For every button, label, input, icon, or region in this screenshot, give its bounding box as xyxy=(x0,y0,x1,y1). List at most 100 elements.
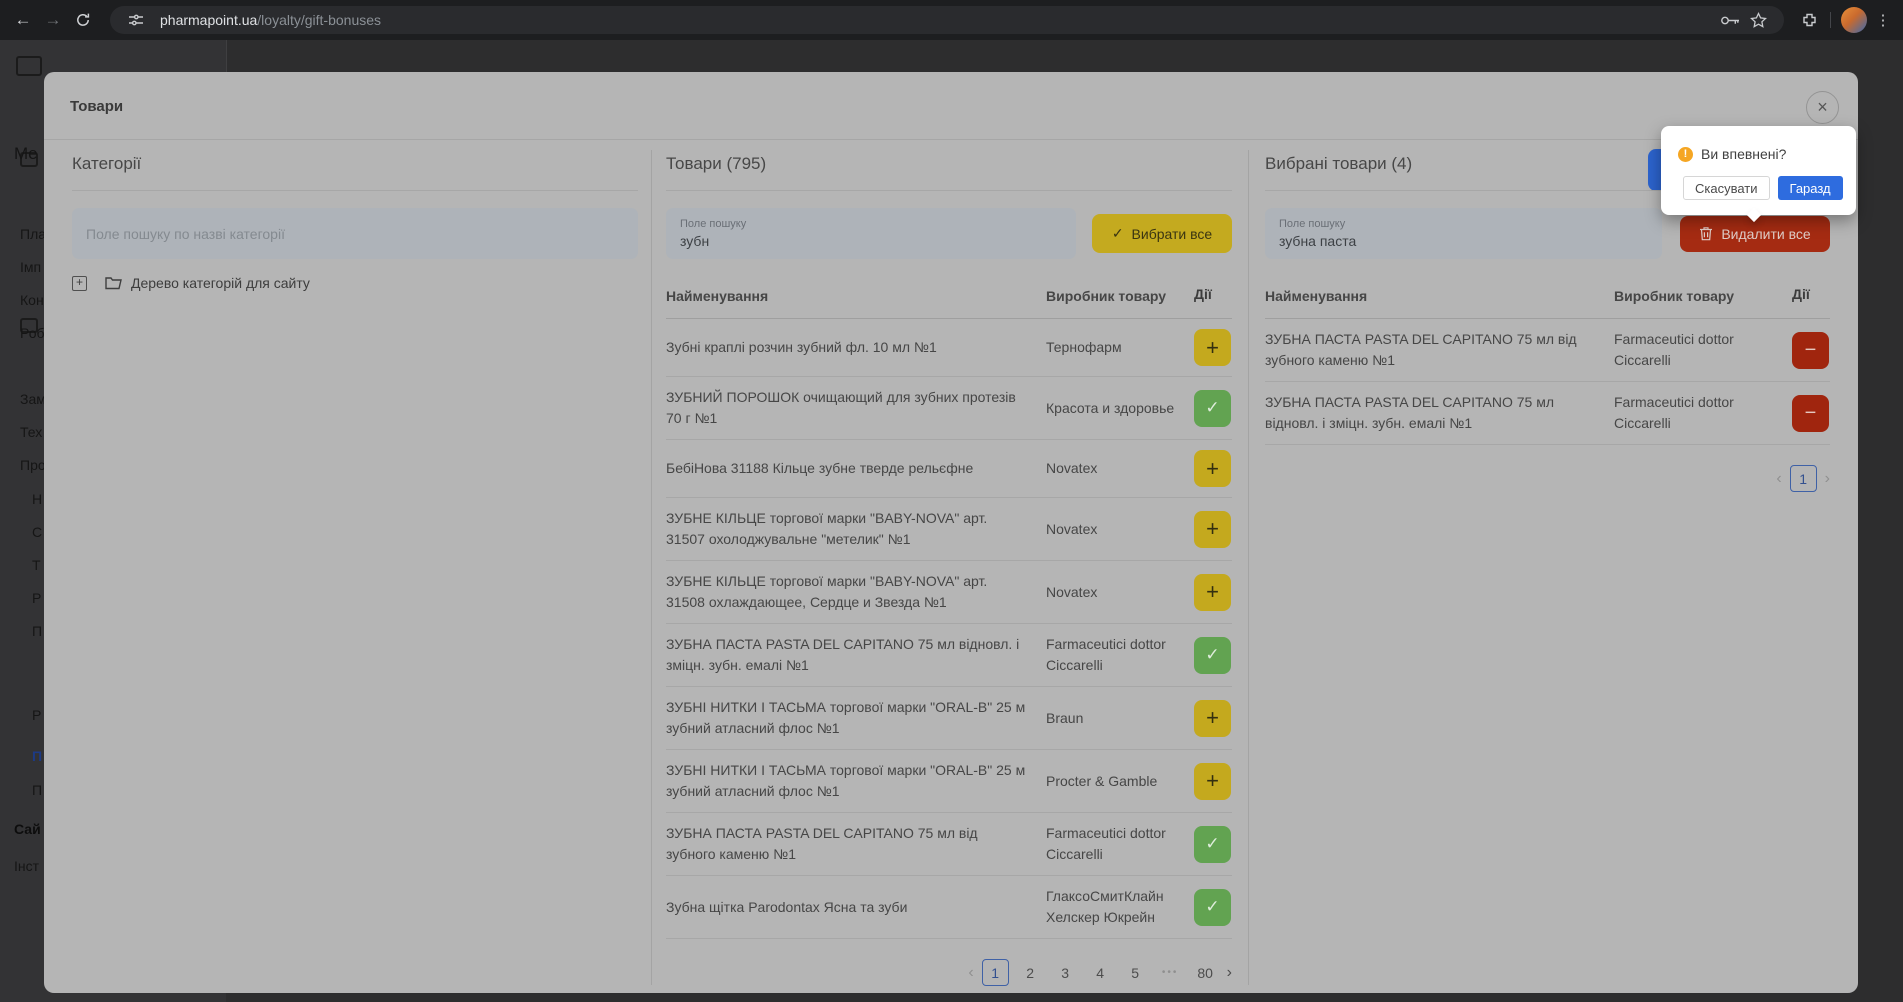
add-product-button[interactable]: + xyxy=(1194,762,1231,800)
add-product-button[interactable]: + xyxy=(1194,510,1231,548)
reload-icon[interactable] xyxy=(68,5,98,35)
products-table-body: Зубні краплі розчин зубний фл. 10 мл №1 Т… xyxy=(666,319,1232,939)
products-search-input[interactable]: Поле пошуку зубн xyxy=(666,208,1076,259)
profile-avatar[interactable] xyxy=(1841,7,1867,33)
sidebar-item-fragment[interactable]: Н xyxy=(32,491,42,507)
bookmark-star-icon[interactable] xyxy=(1744,6,1772,34)
menu-kebab-icon[interactable]: ⋮ xyxy=(1871,11,1895,29)
tree-expand-icon[interactable]: + xyxy=(72,275,87,291)
sidebar-item-fragment[interactable]: Р xyxy=(32,590,41,606)
product-manufacturer: Novatex xyxy=(1046,460,1098,476)
product-manufacturer: Novatex xyxy=(1046,583,1098,600)
category-search-placeholder: Поле пошуку по назві категорії xyxy=(86,225,285,242)
product-manufacturer: Тернофарм xyxy=(1046,339,1122,355)
cancel-button[interactable]: Скасувати xyxy=(1683,176,1770,200)
site-info-icon[interactable] xyxy=(122,6,150,34)
product-manufacturer: Farmaceutici dottor Ciccarelli xyxy=(1046,825,1166,862)
trash-icon xyxy=(1699,226,1713,241)
selected-search-input[interactable]: Поле пошуку зубна паста xyxy=(1265,208,1662,259)
product-manufacturer: ГлаксоСмитКлайн Хелскер Юкрейн xyxy=(1046,888,1164,925)
product-name: ЗУБНА ПАСТА PASTA DEL CAPITANO 75 мл від… xyxy=(1265,394,1554,431)
category-tree-node[interactable]: + Дерево категорій для сайту xyxy=(72,275,638,291)
pagination-page-4[interactable]: 4 xyxy=(1087,959,1114,986)
products-pagination: ‹ 1 2 3 4 5 ••• 80 › xyxy=(666,959,1232,986)
product-name: Зубні краплі розчин зубний фл. 10 мл №1 xyxy=(666,339,937,355)
product-added-button[interactable]: ✓ xyxy=(1194,888,1231,926)
product-manufacturer: Farmaceutici dottor Ciccarelli xyxy=(1614,331,1734,368)
remove-product-button[interactable]: − xyxy=(1792,331,1829,369)
column-divider-2 xyxy=(1248,150,1249,985)
pagination-page-80[interactable]: 80 xyxy=(1192,959,1219,986)
product-name: ЗУБНИЙ ПОРОШОК очищающий для зубних прот… xyxy=(666,389,1016,426)
pagination-page-5[interactable]: 5 xyxy=(1122,959,1149,986)
header-actions: Дії xyxy=(1792,286,1810,302)
product-added-button[interactable]: ✓ xyxy=(1194,636,1231,674)
product-name: Зубна щітка Parodontax Ясна та зуби xyxy=(666,898,908,915)
product-name: ЗУБНА ПАСТА PASTA DEL CAPITANO 75 мл від… xyxy=(666,636,1020,673)
remove-product-button[interactable]: − xyxy=(1792,394,1829,432)
sidebar-item-fragment[interactable]: Р xyxy=(32,707,41,723)
pagination-ellipsis[interactable]: ••• xyxy=(1157,959,1184,986)
app-logo-icon xyxy=(16,56,42,76)
modal-header-divider xyxy=(44,139,1858,140)
extensions-icon[interactable] xyxy=(1794,5,1824,35)
product-added-button[interactable]: ✓ xyxy=(1194,389,1231,427)
sidebar-item-fragment[interactable]: П xyxy=(32,782,42,798)
product-added-button[interactable]: ✓ xyxy=(1194,825,1231,863)
header-name: Найменування xyxy=(1265,288,1368,304)
pagination-page-1[interactable]: 1 xyxy=(1789,465,1817,492)
sidebar-item-fragment[interactable]: Сай xyxy=(14,821,41,837)
sidebar-item-fragment[interactable]: Тех xyxy=(20,424,42,440)
select-all-label: Вибрати все xyxy=(1131,225,1213,242)
pagination-page-3[interactable]: 3 xyxy=(1052,959,1079,986)
pagination-prev-icon[interactable]: ‹ xyxy=(968,964,973,982)
selected-table-header: Найменування Виробник товару Дії xyxy=(1265,277,1830,319)
close-icon[interactable]: × xyxy=(1806,91,1839,124)
ok-button[interactable]: Гаразд xyxy=(1777,176,1843,200)
pagination-page-1[interactable]: 1 xyxy=(981,959,1009,986)
sidebar-item-fragment[interactable]: Роб xyxy=(20,325,45,341)
sidebar-item-fragment[interactable]: Т xyxy=(32,557,41,573)
product-name: ЗУБНІ НИТКИ І ТАСЬМА торгової марки "ORA… xyxy=(666,762,1026,799)
table-row: Зубні краплі розчин зубний фл. 10 мл №1 Т… xyxy=(666,319,1232,377)
address-bar[interactable]: pharmapoint.ua/loyalty/gift-bonuses xyxy=(110,6,1784,34)
table-row: ЗУБНА ПАСТА PASTA DEL CAPITANO 75 мл від… xyxy=(1265,319,1830,382)
product-manufacturer: Braun xyxy=(1046,709,1084,726)
table-row: ЗУБНЕ КІЛЬЦЕ торгової марки "BABY-NOVA" … xyxy=(666,498,1232,561)
forward-icon[interactable]: → xyxy=(38,5,68,35)
add-product-button[interactable]: + xyxy=(1194,450,1231,487)
add-product-button[interactable]: + xyxy=(1194,329,1231,366)
pagination-next-icon[interactable]: › xyxy=(1825,470,1830,488)
category-search-input[interactable]: Поле пошуку по назві категорії xyxy=(72,208,638,259)
modal-title: Товари xyxy=(70,98,124,115)
sidebar-item-fragment[interactable]: Me xyxy=(14,144,38,164)
pagination-prev-icon[interactable]: ‹ xyxy=(1776,470,1781,488)
table-row: ЗУБНА ПАСТА PASTA DEL CAPITANO 75 мл від… xyxy=(666,624,1232,687)
sidebar-item-fragment[interactable]: Інст xyxy=(14,858,39,874)
sidebar-item-fragment[interactable]: П xyxy=(32,623,42,639)
add-product-button[interactable]: + xyxy=(1194,573,1231,611)
confirm-popover: ! Ви впевнені? Скасувати Гаразд xyxy=(1661,126,1856,223)
url-host: pharmapoint.ua xyxy=(160,12,258,28)
sidebar-item-fragment[interactable]: Кон xyxy=(20,292,44,308)
pagination-page-2[interactable]: 2 xyxy=(1017,959,1044,986)
back-icon[interactable]: ← xyxy=(8,5,38,35)
sidebar-item-fragment[interactable]: С xyxy=(32,524,42,540)
sidebar-item-fragment[interactable]: П xyxy=(32,748,42,764)
sidebar-item-fragment[interactable]: Імп xyxy=(20,259,41,275)
sidebar-item-fragment[interactable]: Пла xyxy=(20,226,46,242)
pagination-next-icon[interactable]: › xyxy=(1227,964,1232,982)
categories-column: Категорії Поле пошуку по назві категорії… xyxy=(72,150,638,291)
sidebar-item-fragment[interactable]: Про xyxy=(20,457,46,473)
screen: ← → pharmapoint.ua/loyalty/gift-bonuses xyxy=(0,0,1903,1002)
sidebar-item-fragment[interactable]: Зам xyxy=(20,391,46,407)
header-manufacturer: Виробник товару xyxy=(1046,288,1167,304)
product-manufacturer: Farmaceutici dottor Ciccarelli xyxy=(1614,394,1734,431)
add-product-button[interactable]: + xyxy=(1194,699,1231,737)
table-row: Зубна щітка Parodontax Ясна та зуби Глакс… xyxy=(666,876,1232,939)
selected-pagination: ‹ 1 › xyxy=(1265,465,1830,492)
check-icon: ✓ xyxy=(1111,225,1124,241)
select-all-button[interactable]: ✓ Вибрати все xyxy=(1092,214,1232,253)
password-key-icon[interactable] xyxy=(1716,6,1744,34)
table-row: ЗУБНІ НИТКИ І ТАСЬМА торгової марки "ORA… xyxy=(666,687,1232,750)
